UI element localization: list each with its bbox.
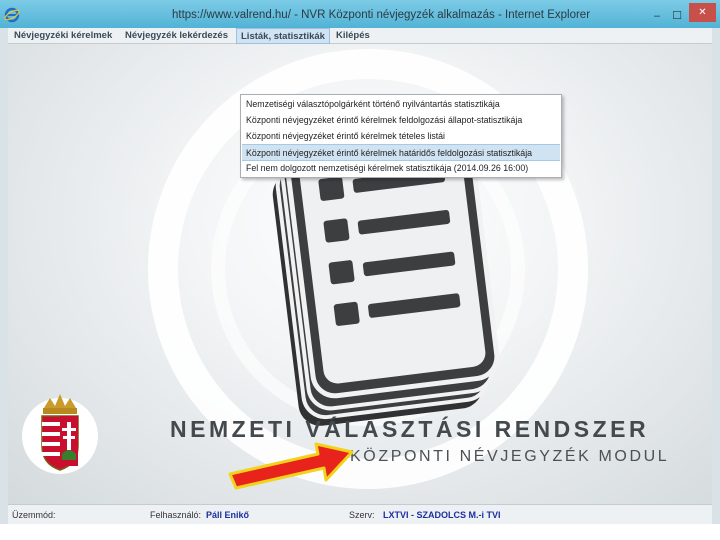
red-arrow — [228, 442, 354, 490]
dropdown-item-hataridos-statisztika[interactable]: Központi névjegyzéket érintő kérelmek ha… — [242, 144, 560, 161]
title-bar: https://www.valrend.hu/ - NVR Központi n… — [0, 0, 720, 28]
user-label: Felhasználó: — [150, 510, 202, 520]
window-title: https://www.valrend.hu/ - NVR Központi n… — [172, 9, 591, 21]
menu-item-kilepes[interactable]: Kilépés — [336, 30, 370, 41]
menu-item-nevjegyzeki-kerelmek[interactable]: Névjegyzéki kérelmek — [14, 30, 112, 41]
dropdown-item-fel-nem-dolgozott[interactable]: Fel nem dolgozott nemzetiségi kérelmek s… — [242, 160, 560, 177]
menu-item-nevjegyzek-lekerdezes[interactable]: Névjegyzék lekérdezés — [125, 30, 228, 41]
dropdown-item-allapot-statisztika[interactable]: Központi névjegyzéket érintő kérelmek fe… — [242, 112, 560, 129]
menu-bar: Névjegyzéki kérelmek Névjegyzék lekérdez… — [8, 28, 712, 44]
org-value: LXTVI - SZADOLCS M.-i TVI — [383, 510, 501, 520]
status-bar: Üzemmód: Felhasználó: Páll Enikő Szerv: … — [8, 504, 712, 524]
hungarian-coat-of-arms — [22, 394, 98, 474]
user-value: Páll Enikő — [206, 510, 250, 520]
internet-explorer-icon — [4, 7, 20, 23]
dropdown-item-nemzetisegi-statisztika[interactable]: Nemzetiségi választópolgárként történő n… — [242, 96, 560, 113]
close-button[interactable]: ✕ — [689, 3, 716, 22]
bottom-margin — [0, 524, 720, 540]
browser-window: https://www.valrend.hu/ - NVR Központi n… — [0, 0, 720, 540]
dropdown-item-teteles-listak[interactable]: Központi névjegyzéket érintő kérelmek té… — [242, 128, 560, 145]
minimize-button[interactable]: – — [651, 8, 663, 24]
stats-dropdown-menu: Nemzetiségi választópolgárként történő n… — [240, 94, 562, 178]
mode-label: Üzemmód: — [12, 510, 56, 520]
maximize-button[interactable]: ☐ — [670, 8, 684, 24]
brand-subtitle: KÖZPONTI NÉVJEGYZÉK MODUL — [350, 448, 670, 465]
main-content: NEMZETI VÁLASZTÁSI RENDSZER KÖZPONTI NÉV… — [8, 44, 712, 504]
org-label: Szerv: — [349, 510, 375, 520]
menu-item-listak-statisztikak[interactable]: Listák, statisztikák — [236, 28, 330, 44]
